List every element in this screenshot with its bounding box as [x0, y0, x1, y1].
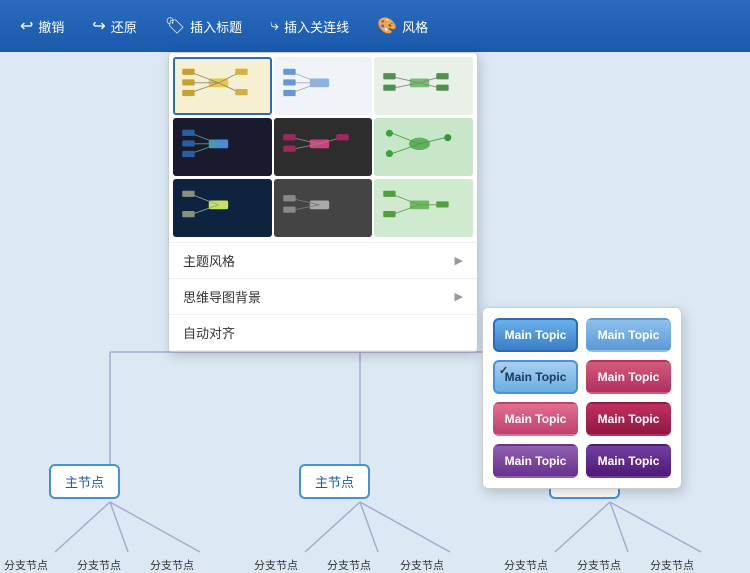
- theme-style-label: 主题风格: [183, 251, 235, 270]
- thumb-5[interactable]: [274, 118, 373, 176]
- insert-link-button[interactable]: ⤷ 插入关连线: [258, 11, 361, 42]
- node-b4[interactable]: 分支节点: [254, 557, 298, 573]
- thumb-9[interactable]: [374, 179, 473, 237]
- theme-style-item[interactable]: 主题风格 ▶: [169, 243, 477, 279]
- auto-align-label: 自动对齐: [183, 323, 235, 342]
- redo-icon: ↪: [92, 16, 105, 36]
- link-icon: ⤷: [270, 17, 279, 35]
- label-icon: 🏷: [165, 16, 185, 36]
- thumb-2[interactable]: [274, 57, 373, 115]
- canvas-area: 主节点主节点主节点分支节点分支节点分支节点分支节点分支节点分支节点分支节点分支节…: [0, 52, 750, 570]
- node-b6[interactable]: 分支节点: [400, 557, 444, 573]
- style-btn-sb4[interactable]: Main Topic: [586, 360, 671, 394]
- dropdown-panel: 主题风格 ▶ 思维导图背景 ▶ 自动对齐: [168, 52, 478, 352]
- style-panel: Main TopicMain TopicMain TopicMain Topic…: [482, 307, 682, 489]
- style-btn-sb8[interactable]: Main Topic: [586, 444, 671, 478]
- style-btn-sb5[interactable]: Main Topic: [493, 402, 578, 436]
- thumbnail-grid[interactable]: [169, 53, 477, 243]
- auto-align-item[interactable]: 自动对齐: [169, 315, 477, 351]
- thumb-7[interactable]: [173, 179, 272, 237]
- node-b5[interactable]: 分支节点: [327, 557, 371, 573]
- bg-label: 思维导图背景: [183, 287, 261, 306]
- style-btn-sb3[interactable]: Main Topic: [493, 360, 578, 394]
- node-b1[interactable]: 分支节点: [4, 557, 48, 573]
- thumb-1[interactable]: [173, 57, 272, 115]
- node-b7[interactable]: 分支节点: [504, 557, 548, 573]
- node-b2[interactable]: 分支节点: [77, 557, 121, 573]
- thumb-3[interactable]: [374, 57, 473, 115]
- bg-item[interactable]: 思维导图背景 ▶: [169, 279, 477, 315]
- thumb-4[interactable]: [173, 118, 272, 176]
- style-button[interactable]: 🎨 风格: [365, 10, 440, 42]
- insert-label-button[interactable]: 🏷 插入标题: [153, 10, 254, 42]
- thumb-8[interactable]: [274, 179, 373, 237]
- thumb-6[interactable]: [374, 118, 473, 176]
- undo-icon: ↩: [20, 16, 33, 36]
- style-text: 风格: [402, 17, 428, 36]
- redo-button[interactable]: ↪ 还原: [80, 10, 148, 42]
- redo-label: 还原: [111, 17, 137, 36]
- insert-link-text: 插入关连线: [284, 17, 349, 36]
- insert-label-text: 插入标题: [190, 17, 242, 36]
- undo-button[interactable]: ↩ 撤销: [8, 10, 76, 42]
- node-n1[interactable]: 主节点: [49, 464, 120, 499]
- style-btn-sb6[interactable]: Main Topic: [586, 402, 671, 436]
- node-b3[interactable]: 分支节点: [150, 557, 194, 573]
- style-btn-sb1[interactable]: Main Topic: [493, 318, 578, 352]
- style-btn-sb7[interactable]: Main Topic: [493, 444, 578, 478]
- node-b8[interactable]: 分支节点: [577, 557, 621, 573]
- node-n2[interactable]: 主节点: [299, 464, 370, 499]
- style-icon: 🎨: [377, 16, 397, 36]
- theme-style-arrow: ▶: [455, 254, 463, 267]
- bg-arrow: ▶: [455, 290, 463, 303]
- node-b9[interactable]: 分支节点: [650, 557, 694, 573]
- style-btn-sb2[interactable]: Main Topic: [586, 318, 671, 352]
- toolbar: ↩ 撤销 ↪ 还原 🏷 插入标题 ⤷ 插入关连线 🎨 风格: [0, 0, 750, 52]
- undo-label: 撤销: [38, 17, 64, 36]
